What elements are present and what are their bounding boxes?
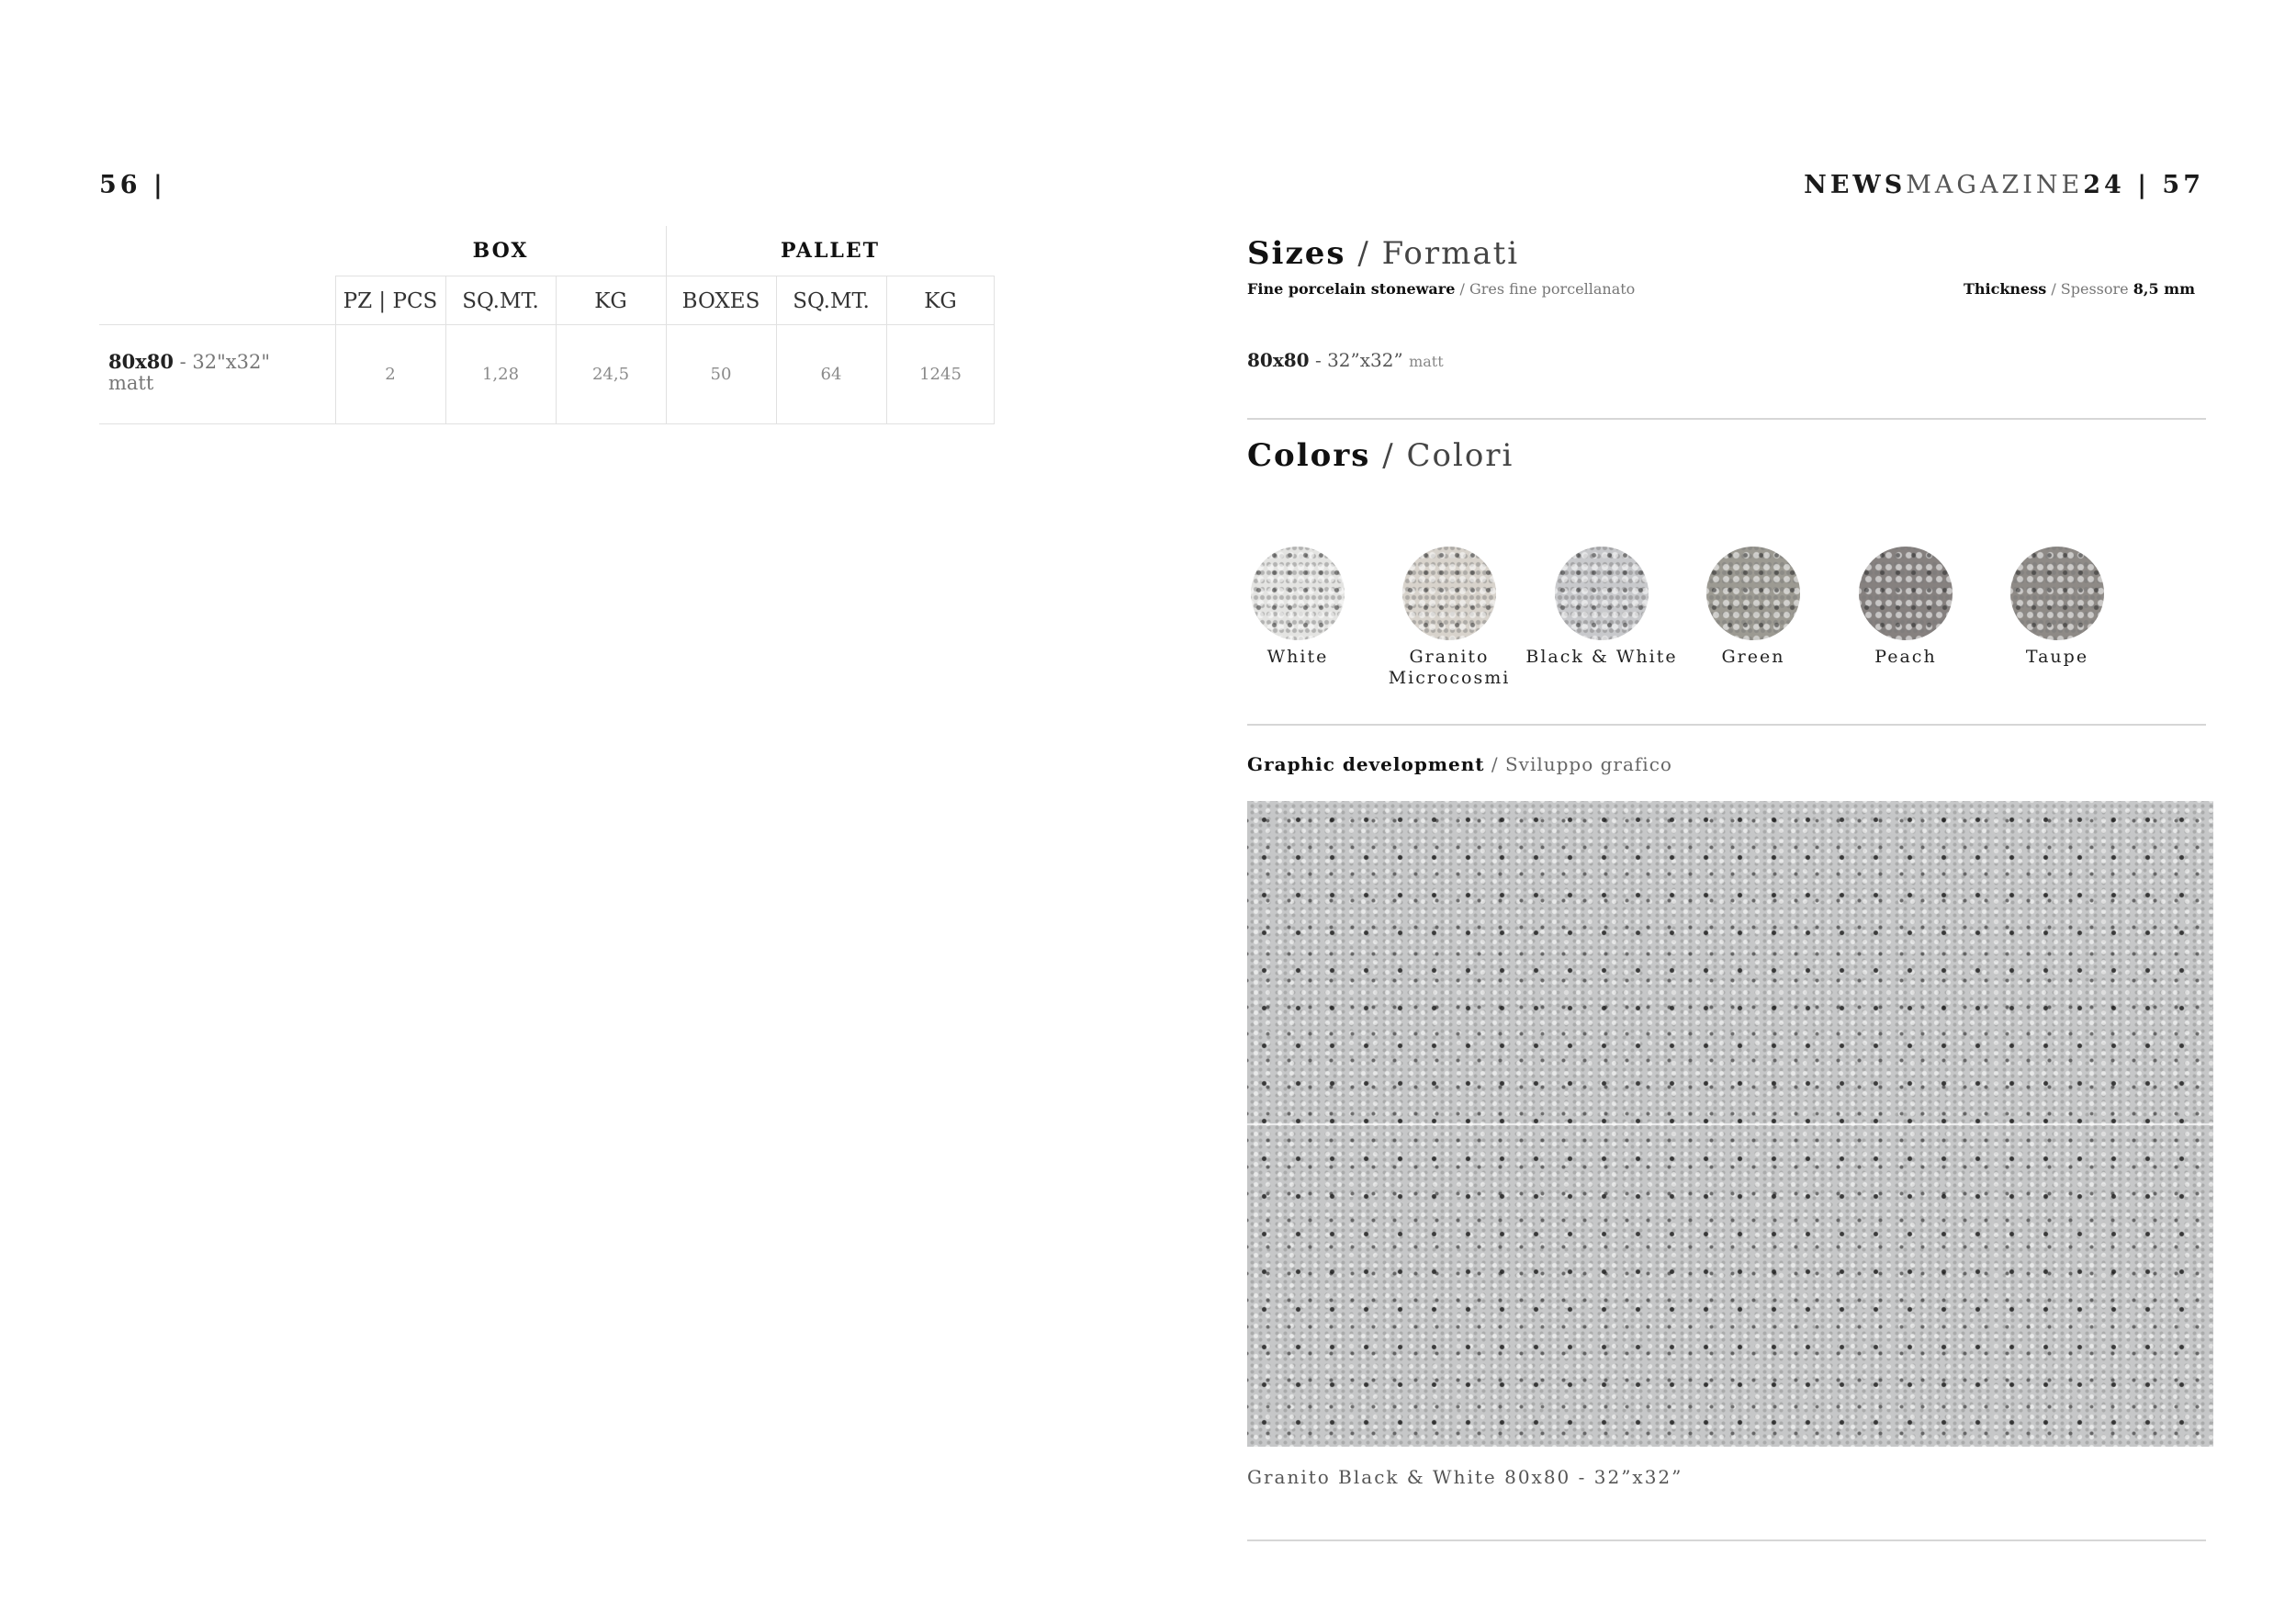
table-cell: 1245 [919, 365, 962, 384]
graphic-title-bold: Graphic development [1247, 753, 1485, 775]
sizes-title-bold: Sizes [1247, 235, 1346, 272]
section-divider [1247, 418, 2206, 420]
row-format: 80x80 [108, 350, 174, 373]
thickness-value: 8,5 mm [2133, 280, 2195, 298]
row-finish: matt [108, 372, 154, 394]
page-number-left: 56 | [99, 171, 166, 199]
size-finish: matt [1409, 353, 1444, 370]
graphic-title-light: / Sviluppo grafico [1484, 753, 1672, 775]
size-format: 80x80 [1247, 349, 1310, 371]
column-header: KG [886, 276, 995, 325]
color-swatch-black-white[interactable] [1555, 547, 1649, 640]
table-cell: 50 [710, 365, 732, 384]
thickness-light: / Spessore [2046, 280, 2133, 298]
section-divider [1247, 724, 2206, 726]
table-row-label: 80x80 - 32"x32" matt [108, 351, 270, 394]
sizes-title-light: / Formati [1345, 235, 1520, 272]
row-format-inch: - 32"x32" [173, 351, 271, 373]
colors-title: Colors / Colori [1247, 437, 1514, 474]
colors-title-bold: Colors [1247, 437, 1371, 474]
section-divider [1247, 1539, 2206, 1541]
group-header-pallet: PALLET [780, 239, 881, 263]
material-line: Fine porcelain stoneware / Gres fine por… [1247, 280, 1635, 298]
column-header: SQ.MT. [776, 276, 886, 325]
colors-title-light: / Colori [1370, 437, 1514, 474]
color-label: Granito Microcosmi [1388, 647, 1511, 688]
sizes-title: Sizes / Formati [1247, 235, 1519, 272]
color-swatch-taupe[interactable] [2010, 547, 2104, 640]
graphic-development-title: Graphic development / Sviluppo grafico [1247, 753, 1672, 775]
color-swatch-granito-microcosmi[interactable] [1402, 547, 1496, 640]
color-swatch-green[interactable] [1706, 547, 1800, 640]
magazine-header: NEWSMAGAZINE24 | 57 [1804, 171, 2204, 199]
size-item: 80x80 - 32”x32” matt [1247, 349, 1444, 371]
thickness-bold: Thickness [1963, 280, 2047, 298]
packaging-table: BOX PALLET PZ | PCS SQ.MT. KG BOXES SQ.M… [99, 226, 995, 424]
image-caption: Granito Black & White 80x80 - 32”x32” [1247, 1466, 1683, 1488]
group-header-box: BOX [472, 239, 529, 263]
color-label: Peach [1874, 647, 1937, 667]
color-label: Taupe [2025, 647, 2089, 667]
material-light: / Gres fine porcellanato [1455, 280, 1636, 298]
thickness-line: Thickness / Spessore 8,5 mm [1964, 280, 2195, 298]
color-label: Green [1721, 647, 1785, 667]
table-cell: 1,28 [481, 365, 520, 384]
page-number-right: 24 | 57 [2083, 171, 2204, 199]
color-label: White [1266, 647, 1329, 667]
material-bold: Fine porcelain stoneware [1247, 280, 1456, 298]
color-swatch-white[interactable] [1251, 547, 1345, 640]
table-cell: 64 [820, 365, 842, 384]
column-header: PZ | PCS [335, 276, 445, 325]
color-label: Black & White [1525, 647, 1678, 667]
column-header: BOXES [666, 276, 776, 325]
brand-magazine: MAGAZINE [1906, 171, 2084, 199]
column-header: KG [556, 276, 666, 325]
size-inch: - 32”x32” [1309, 349, 1410, 371]
tile-seam [1247, 1123, 2213, 1125]
table-cell: 2 [385, 365, 396, 384]
table-divider [99, 423, 995, 424]
brand-news: NEWS [1804, 171, 1907, 199]
table-cell: 24,5 [591, 365, 630, 384]
column-header: SQ.MT. [445, 276, 556, 325]
color-swatch-peach[interactable] [1859, 547, 1953, 640]
